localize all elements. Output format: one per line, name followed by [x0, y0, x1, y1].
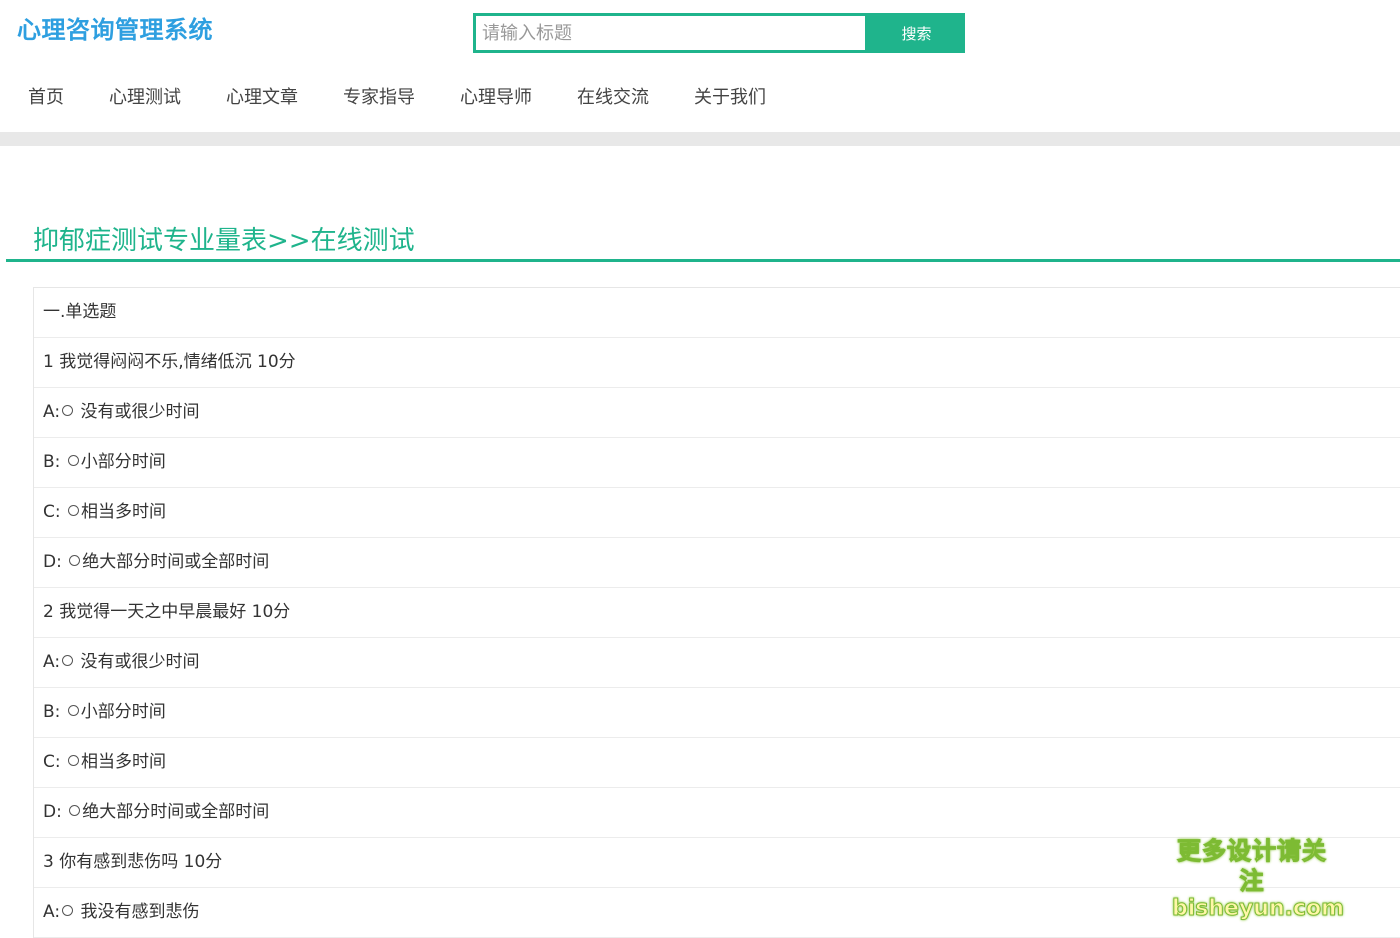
option-label[interactable]: 没有或很少时间 — [75, 402, 199, 422]
option-row: B: 小部分时间 — [34, 438, 1400, 488]
nav-online-chat[interactable]: 在线交流 — [577, 84, 649, 112]
option-row: B: 小部分时间 — [34, 688, 1400, 738]
question-row: 2 我觉得一天之中早晨最好 10分 — [34, 588, 1400, 638]
radio-button[interactable] — [68, 755, 80, 766]
site-logo[interactable]: 心理咨询管理系统 — [17, 10, 213, 45]
radio-button[interactable] — [69, 555, 81, 566]
option-row: A: 没有或很少时间 — [34, 388, 1400, 438]
option-label[interactable]: 小部分时间 — [81, 702, 166, 722]
option-letter: D: — [43, 802, 68, 822]
option-letter: A: — [43, 402, 61, 422]
option-letter: B: — [43, 702, 66, 722]
question-row: 1 我觉得闷闷不乐,情绪低沉 10分 — [34, 338, 1400, 388]
title-underline — [6, 259, 1400, 262]
option-row: A: 没有或很少时间 — [34, 638, 1400, 688]
nav-home[interactable]: 首页 — [28, 84, 64, 112]
watermark: 更多设计请关注 bisheyun.com — [1172, 836, 1345, 922]
section-heading: 一.单选题 — [34, 288, 1400, 338]
option-letter: C: — [43, 752, 67, 772]
option-row: C: 相当多时间 — [34, 738, 1400, 788]
radio-button[interactable] — [67, 455, 79, 466]
nav-psych-articles[interactable]: 心理文章 — [226, 84, 298, 112]
radio-button[interactable] — [68, 505, 80, 516]
radio-button[interactable] — [62, 655, 74, 666]
option-row: C: 相当多时间 — [34, 488, 1400, 538]
option-label[interactable]: 相当多时间 — [81, 752, 166, 772]
search-button[interactable]: 搜索 — [868, 13, 965, 53]
option-label[interactable]: 小部分时间 — [81, 452, 166, 472]
radio-button[interactable] — [62, 405, 74, 416]
watermark-line-1: 更多设计请关注 — [1177, 837, 1327, 896]
option-label[interactable]: 没有或很少时间 — [75, 652, 199, 672]
page-title: 抑郁症测试专业量表>>在线测试 — [33, 226, 415, 256]
option-label[interactable]: 绝大部分时间或全部时间 — [82, 802, 269, 822]
option-letter: A: — [43, 652, 61, 672]
watermark-line-2: bisheyun.com — [1172, 896, 1345, 922]
header-divider-band — [0, 132, 1400, 146]
option-letter: A: — [43, 902, 61, 922]
nav-about-us[interactable]: 关于我们 — [694, 84, 766, 112]
radio-button[interactable] — [62, 905, 74, 916]
option-label[interactable]: 相当多时间 — [81, 502, 166, 522]
main-nav: 首页 心理测试 心理文章 专家指导 心理导师 在线交流 关于我们 — [0, 84, 783, 112]
search-bar: 搜索 — [473, 13, 965, 53]
site-header: 心理咨询管理系统 搜索 首页 心理测试 心理文章 专家指导 心理导师 在线交流 … — [0, 0, 1400, 132]
search-input[interactable] — [473, 13, 868, 53]
option-row: D: 绝大部分时间或全部时间 — [34, 538, 1400, 588]
radio-button[interactable] — [67, 705, 79, 716]
option-letter: C: — [43, 502, 67, 522]
option-row: D: 绝大部分时间或全部时间 — [34, 788, 1400, 838]
option-letter: D: — [43, 552, 68, 572]
nav-expert-guidance[interactable]: 专家指导 — [343, 84, 415, 112]
option-letter: B: — [43, 452, 66, 472]
nav-psych-test[interactable]: 心理测试 — [109, 84, 181, 112]
option-label[interactable]: 我没有感到悲伤 — [75, 902, 199, 922]
option-label[interactable]: 绝大部分时间或全部时间 — [82, 552, 269, 572]
radio-button[interactable] — [69, 805, 81, 816]
nav-psych-mentors[interactable]: 心理导师 — [460, 84, 532, 112]
